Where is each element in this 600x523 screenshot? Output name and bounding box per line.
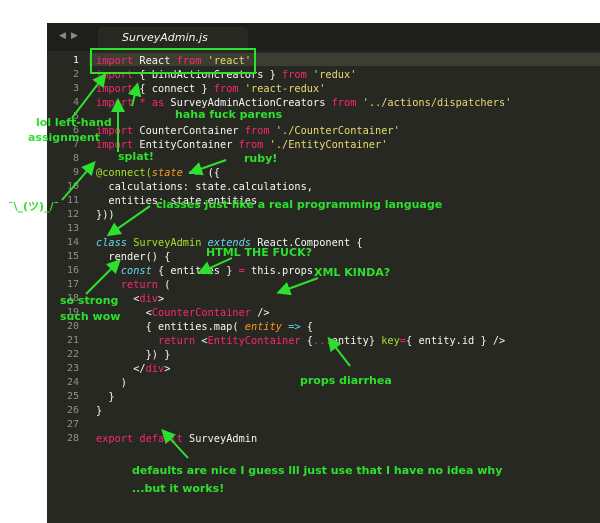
line-number: 17 bbox=[66, 279, 79, 290]
annotation-assignment: assignment bbox=[28, 131, 101, 144]
annotation-splat: splat! bbox=[118, 150, 154, 163]
code-line-25: } bbox=[96, 391, 115, 403]
back-arrow-icon[interactable]: ◀ bbox=[59, 31, 66, 41]
annotation-html: HTML THE FUCK? bbox=[206, 246, 312, 259]
line-1-highlight-box bbox=[90, 48, 256, 74]
line-number: 27 bbox=[66, 419, 79, 430]
annotation-so-strong: so strong bbox=[60, 294, 119, 307]
line-number: 16 bbox=[66, 265, 79, 276]
line-number: 14 bbox=[66, 237, 79, 248]
annotation-defaults-2: ...but it works! bbox=[132, 482, 225, 495]
code-line-12: })) bbox=[96, 209, 115, 221]
tab-bar: ◀ ▶ SurveyAdmin.js bbox=[47, 23, 600, 51]
code-line-6: import CounterContainer from './CounterC… bbox=[96, 125, 400, 137]
annotation-ruby: ruby! bbox=[244, 152, 278, 165]
annotation-props: props diarrhea bbox=[300, 374, 392, 387]
annotation-shrug: ¯\_(ツ)_/¯ bbox=[8, 200, 60, 213]
line-number: 26 bbox=[66, 405, 79, 416]
code-line-15: render() { bbox=[108, 251, 171, 263]
code-line-10: calculations: state.calculations, bbox=[96, 181, 313, 193]
code-line-19: <CounterContainer /> bbox=[96, 307, 270, 319]
code-line-20: { entities.map( entity => { bbox=[96, 321, 314, 333]
forward-arrow-icon[interactable]: ▶ bbox=[71, 31, 78, 41]
line-number: 22 bbox=[66, 349, 79, 360]
line-number: 28 bbox=[66, 433, 79, 444]
line-number: 9 bbox=[72, 167, 79, 178]
code-line-3: import { connect } from 'react-redux' bbox=[96, 83, 326, 95]
code-line-24: ) bbox=[96, 377, 127, 389]
code-line-9: @connect(state => ({ bbox=[96, 167, 221, 179]
code-line-23: </div> bbox=[96, 363, 171, 375]
code-line-16: const { entities } = this.props bbox=[120, 265, 314, 277]
code-line-22: }) } bbox=[96, 349, 171, 361]
line-number: 13 bbox=[66, 223, 79, 234]
annotation-haha-parens: haha fuck parens bbox=[175, 108, 283, 121]
line-number: 2 bbox=[72, 69, 79, 80]
line-number: 21 bbox=[66, 335, 79, 346]
code-line-26: } bbox=[96, 405, 103, 417]
annotation-classes: classes just like a real programming lan… bbox=[156, 198, 443, 211]
line-number: 25 bbox=[66, 391, 79, 402]
code-line-4: import * as SurveyAdminActionCreators fr… bbox=[96, 97, 512, 109]
line-number: 3 bbox=[72, 83, 79, 94]
line-number: 10 bbox=[66, 181, 79, 192]
line-number: 8 bbox=[72, 153, 79, 164]
annotation-such-wow: such wow bbox=[60, 310, 121, 323]
code-line-21: return <EntityContainer {...entity} key=… bbox=[158, 335, 506, 347]
tab-label: SurveyAdmin.js bbox=[122, 31, 208, 44]
code-line-17: return ( bbox=[120, 279, 171, 291]
line-number: 1 bbox=[72, 55, 79, 66]
line-number: 4 bbox=[72, 97, 79, 108]
line-number: 24 bbox=[66, 377, 79, 388]
code-line-28: export default SurveyAdmin bbox=[96, 433, 258, 445]
annotation-defaults-1: defaults are nice I guess lll just use t… bbox=[132, 464, 503, 477]
line-number: 15 bbox=[66, 251, 79, 262]
line-number: 23 bbox=[66, 363, 79, 374]
annotation-xml: XML KINDA? bbox=[314, 266, 391, 279]
annotation-lol-lefthand: lol left-hand bbox=[36, 116, 112, 129]
